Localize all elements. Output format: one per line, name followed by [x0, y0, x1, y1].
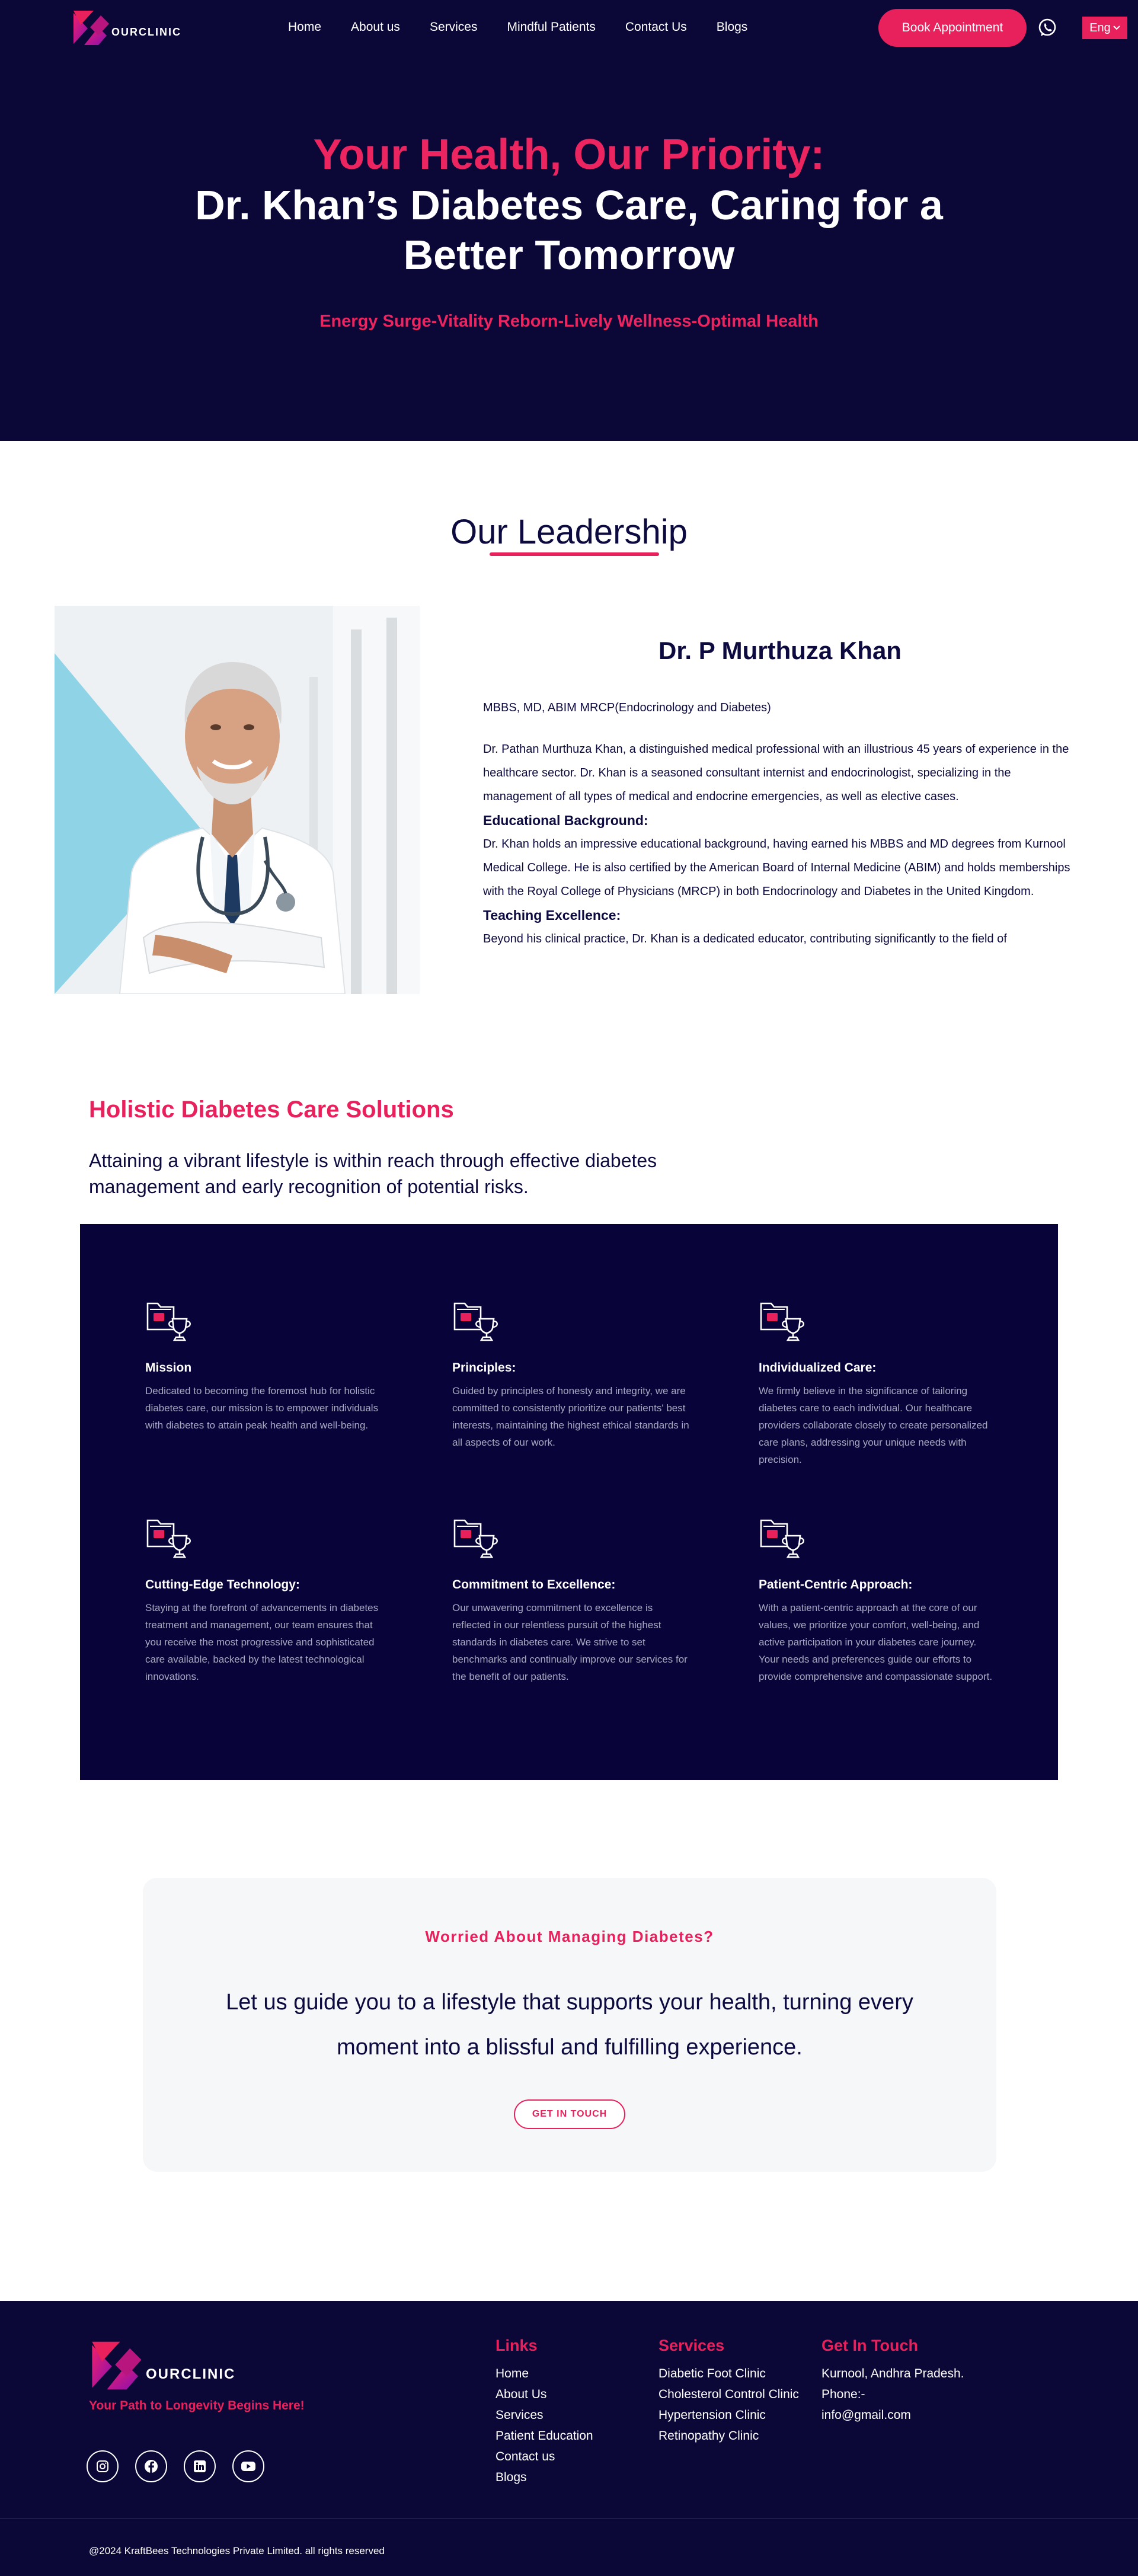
education-text: Dr. Khan holds an impressive educational… [483, 838, 1070, 898]
folder-trophy-icon [760, 1519, 805, 1558]
nav-contact[interactable]: Contact Us [625, 20, 687, 34]
footer-tagline: Your Path to Longevity Begins Here! [89, 2399, 305, 2412]
top-navbar: OURCLINIC Home About us Services Mindful… [0, 0, 1138, 56]
doctor-intro: Dr. Pathan Murthuza Khan, a distinguishe… [483, 743, 1069, 803]
values-panel: Mission Dedicated to becoming the foremo… [80, 1224, 1058, 1780]
education-heading: Educational Background: [483, 813, 648, 828]
folder-trophy-icon [146, 1302, 191, 1341]
footer-link-contact[interactable]: Contact us [496, 2446, 593, 2467]
doctor-name: Dr. P Murthuza Khan [658, 637, 902, 664]
feature-title: Commitment to Excellence: [452, 1578, 616, 1591]
language-label: Eng [1089, 21, 1111, 34]
doctor-credentials: MBBS, MD, ABIM MRCP(Endocrinology and Di… [483, 701, 771, 714]
site-footer: OURCLINIC Your Path to Longevity Begins … [0, 2301, 1138, 2576]
solutions-description: Attaining a vibrant lifestyle is within … [89, 1150, 657, 1197]
site-logo[interactable]: OURCLINIC [72, 9, 181, 46]
hero-headline-accent: Your Health, Our Priority: [313, 131, 825, 178]
footer-link-about[interactable]: About Us [496, 2384, 593, 2405]
get-in-touch-button[interactable]: GET IN TOUCH [514, 2099, 625, 2129]
footer-service-hypertension[interactable]: Hypertension Clinic [658, 2405, 799, 2425]
footer-services-column: Services Diabetic Foot Clinic Cholestero… [658, 2337, 799, 2446]
main-nav: Home About us Services Mindful Patients … [288, 20, 777, 34]
footer-service-cholesterol[interactable]: Cholesterol Control Clinic [658, 2384, 799, 2405]
social-links [87, 2450, 281, 2482]
facebook-icon[interactable] [135, 2450, 167, 2482]
language-selector[interactable]: Eng [1082, 17, 1127, 39]
chevron-down-icon [1113, 25, 1120, 30]
feature-card-excellence: Commitment to Excellence: Our unwavering… [452, 1512, 689, 1685]
feature-title: Cutting-Edge Technology: [145, 1578, 300, 1591]
logo-text: OURCLINIC [111, 25, 181, 38]
feature-card-principles: Principles: Guided by principles of hone… [452, 1295, 689, 1451]
leadership-title: Our Leadership [450, 513, 688, 551]
footer-service-retinopathy[interactable]: Retinopathy Clinic [658, 2425, 799, 2446]
footer-contact-title: Get In Touch [821, 2337, 918, 2354]
footer-link-blogs[interactable]: Blogs [496, 2467, 593, 2488]
feature-card-individualized-care: Individualized Care: We firmly believe i… [759, 1295, 996, 1468]
cta-text: Let us guide you to a lifestyle that sup… [226, 1990, 913, 2060]
feature-text: Guided by principles of honesty and inte… [452, 1385, 689, 1448]
logo-mark-icon [73, 11, 109, 45]
folder-trophy-icon [453, 1519, 498, 1558]
title-underline [490, 552, 659, 556]
feature-card-mission: Mission Dedicated to becoming the foremo… [145, 1295, 382, 1434]
whatsapp-icon[interactable] [1037, 18, 1057, 38]
footer-contact-column: Get In Touch Kurnool, Andhra Pradesh. Ph… [821, 2337, 964, 2425]
feature-text: With a patient-centric approach at the c… [759, 1602, 993, 1682]
folder-trophy-icon [453, 1302, 498, 1341]
teaching-text: Beyond his clinical practice, Dr. Khan i… [483, 932, 1007, 945]
copyright-text: @2024 KraftBees Technologies Private Lim… [89, 2545, 385, 2556]
youtube-icon[interactable] [232, 2450, 264, 2482]
nav-about[interactable]: About us [351, 20, 400, 34]
solutions-section: Holistic Diabetes Care Solutions Attaini… [0, 1034, 1138, 1878]
footer-phone: Phone:- [821, 2388, 865, 2401]
teaching-heading: Teaching Excellence: [483, 907, 621, 923]
footer-links-title: Links [496, 2337, 538, 2354]
solutions-title: Holistic Diabetes Care Solutions [89, 1097, 454, 1123]
hero-section: OURCLINIC Home About us Services Mindful… [0, 0, 1138, 441]
hero-subtitle: Energy Surge-Vitality Reborn-Lively Well… [319, 312, 819, 331]
feature-title: Principles: [452, 1361, 516, 1375]
footer-email[interactable]: info@gmail.com [821, 2405, 964, 2425]
nav-mindful-patients[interactable]: Mindful Patients [507, 20, 595, 34]
hero-headline-line3: Better Tomorrow [403, 232, 735, 278]
feature-text: We firmly believe in the significance of… [759, 1385, 988, 1465]
nav-home[interactable]: Home [288, 20, 321, 34]
book-appointment-button[interactable]: Book Appointment [878, 9, 1027, 47]
folder-trophy-icon [760, 1302, 805, 1341]
footer-link-services[interactable]: Services [496, 2405, 593, 2425]
feature-text: Staying at the forefront of advancements… [145, 1602, 379, 1682]
nav-blogs[interactable]: Blogs [717, 20, 748, 34]
logo-mark-icon [92, 2341, 142, 2390]
cta-section: Worried About Managing Diabetes? Let us … [0, 1878, 1138, 2301]
footer-logo-text: OURCLINIC [146, 2366, 236, 2382]
footer-link-home[interactable]: Home [496, 2363, 593, 2384]
instagram-icon[interactable] [87, 2450, 119, 2482]
feature-text: Our unwavering commitment to excellence … [452, 1602, 688, 1682]
footer-link-patient-education[interactable]: Patient Education [496, 2425, 593, 2446]
doctor-bio: MBBS, MD, ABIM MRCP(Endocrinology and Di… [483, 696, 1076, 995]
folder-trophy-icon [146, 1519, 191, 1558]
footer-links-column: Links Home About Us Services Patient Edu… [496, 2337, 593, 2488]
cta-card: Worried About Managing Diabetes? Let us … [143, 1878, 996, 2172]
feature-card-technology: Cutting-Edge Technology: Staying at the … [145, 1512, 382, 1685]
hero-heading-block: Your Health, Our Priority: Dr. Khan’s Di… [0, 129, 1138, 331]
footer-service-diabetic-foot[interactable]: Diabetic Foot Clinic [658, 2363, 799, 2384]
footer-address: Kurnool, Andhra Pradesh. [821, 2367, 964, 2380]
feature-card-patient-centric: Patient-Centric Approach: With a patient… [759, 1512, 996, 1685]
feature-text: Dedicated to becoming the foremost hub f… [145, 1385, 379, 1431]
linkedin-icon[interactable] [184, 2450, 216, 2482]
doctor-portrait [55, 606, 420, 994]
hero-headline-line2: Dr. Khan’s Diabetes Care, Caring for a [195, 182, 943, 228]
feature-title: Mission [145, 1361, 192, 1375]
leadership-section: Our Leadership Dr. P Murthuza Khan MBBS,… [0, 441, 1138, 1034]
footer-services-title: Services [658, 2337, 725, 2354]
nav-services[interactable]: Services [430, 20, 478, 34]
footer-logo[interactable]: OURCLINIC [89, 2340, 235, 2391]
feature-title: Patient-Centric Approach: [759, 1578, 913, 1591]
feature-title: Individualized Care: [759, 1361, 877, 1375]
doctor-illustration [55, 606, 420, 994]
cta-kicker: Worried About Managing Diabetes? [425, 1928, 714, 1945]
